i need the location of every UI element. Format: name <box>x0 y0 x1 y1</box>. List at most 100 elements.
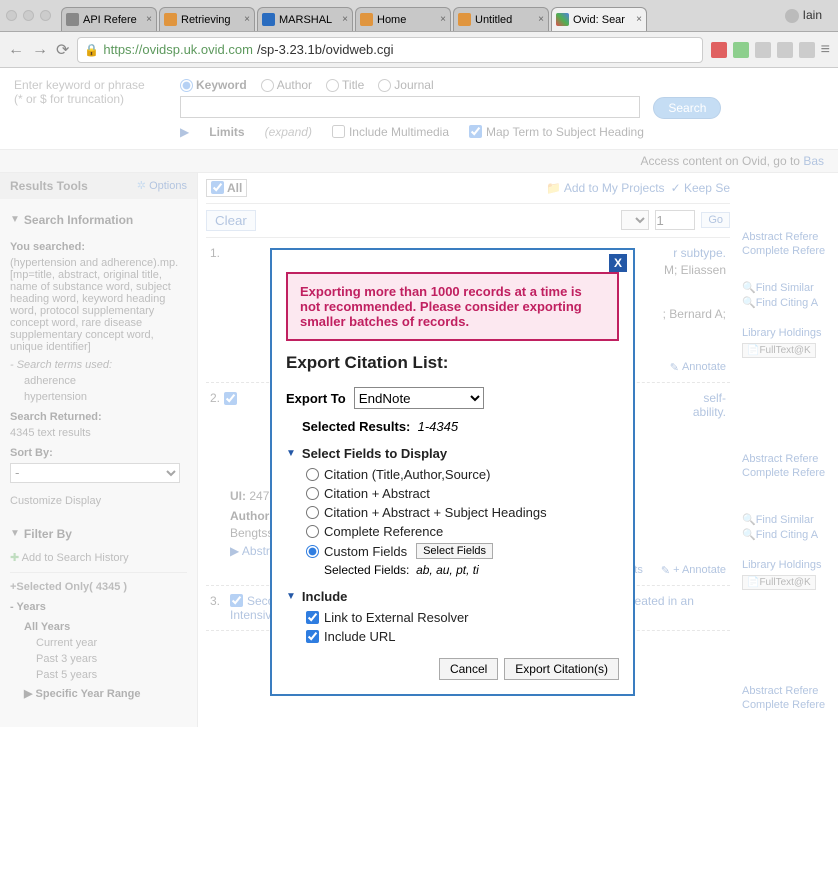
annotate-link[interactable]: ✎ + Annotate <box>661 564 726 577</box>
search-button[interactable]: Search <box>653 97 721 119</box>
chevron-right-icon[interactable]: ▶ <box>180 125 189 139</box>
back-button[interactable]: ← <box>8 41 24 59</box>
select-all-checkbox[interactable]: All <box>206 179 247 197</box>
annotate-link[interactable]: ✎ Annotate <box>670 361 726 374</box>
include-header[interactable]: ▼Include <box>286 589 619 604</box>
include-resolver-checkbox[interactable]: Link to External Resolver <box>306 610 619 625</box>
all-years-link[interactable]: All Years <box>24 621 187 633</box>
find-similar-link[interactable]: 🔍Find Similar <box>742 281 834 294</box>
find-citing-link[interactable]: 🔍Find Citing A <box>742 528 834 541</box>
fulltext-button[interactable]: 📄FullText@K <box>742 575 816 590</box>
complete-reference-link[interactable]: Complete Refere <box>742 245 834 257</box>
url-input[interactable]: 🔒 https://ovidsp.uk.ovid.com/sp-3.23.1b/… <box>77 37 702 63</box>
close-icon[interactable]: × <box>342 14 348 25</box>
access-link[interactable]: Bas <box>803 154 824 168</box>
limits-label[interactable]: Limits <box>209 125 244 139</box>
field-option-complete[interactable]: Complete Reference <box>306 524 619 539</box>
result-checkbox[interactable] <box>230 594 243 607</box>
select-fields-button[interactable]: Select Fields <box>416 543 493 559</box>
fulltext-button[interactable]: 📄FullText@K <box>742 343 816 358</box>
tab-retrieving[interactable]: Retrieving× <box>159 7 255 31</box>
close-icon[interactable]: × <box>538 14 544 25</box>
abstract-reference-link[interactable]: Abstract Refere <box>742 453 834 465</box>
library-holdings-link[interactable]: Library Holdings <box>742 327 834 339</box>
tab-untitled[interactable]: Untitled× <box>453 7 549 31</box>
user-profile[interactable]: Iain <box>775 8 832 23</box>
page-input[interactable] <box>655 210 695 230</box>
window-controls[interactable] <box>6 10 51 21</box>
search-input[interactable] <box>180 96 640 118</box>
sort-select[interactable]: - <box>10 463 180 483</box>
radio-input[interactable] <box>326 79 339 92</box>
select-fields-header[interactable]: ▼Select Fields to Display <box>286 446 619 461</box>
tab-home[interactable]: Home× <box>355 7 451 31</box>
field-option-abstract[interactable]: Citation + Abstract <box>306 486 619 501</box>
extension-icon[interactable] <box>777 42 793 58</box>
field-option-citation[interactable]: Citation (Title,Author,Source) <box>306 467 619 482</box>
abstract-reference-link[interactable]: Abstract Refere <box>742 685 834 697</box>
export-citation-modal: X Exporting more than 1000 records at a … <box>270 248 635 696</box>
close-button[interactable]: X <box>609 254 627 272</box>
extension-icon[interactable] <box>733 42 749 58</box>
radio-title[interactable]: Title <box>326 78 364 92</box>
close-window-dot[interactable] <box>6 10 17 21</box>
close-icon[interactable]: × <box>636 14 642 25</box>
include-url-checkbox[interactable]: Include URL <box>306 629 619 644</box>
customize-display-link[interactable]: Customize Display <box>10 495 187 507</box>
minimize-window-dot[interactable] <box>23 10 34 21</box>
export-citations-button[interactable]: Export Citation(s) <box>504 658 619 680</box>
abstract-reference-link[interactable]: Abstract Refere <box>742 231 834 243</box>
past-3-years-link[interactable]: Past 3 years <box>36 653 187 665</box>
extension-icon[interactable] <box>755 42 771 58</box>
map-term-checkbox[interactable]: Map Term to Subject Heading <box>469 125 644 139</box>
tab-api[interactable]: API Refere× <box>61 7 157 31</box>
tab-ovid[interactable]: Ovid: Sear× <box>551 7 647 31</box>
radio-label: Title <box>342 78 364 92</box>
specific-year-range[interactable]: ▶ Specific Year Range <box>24 687 187 700</box>
reload-button[interactable]: ⟳ <box>56 40 69 60</box>
clear-button[interactable]: Clear <box>206 210 256 231</box>
add-to-projects-link[interactable]: 📁 Add to My Projects <box>546 181 664 195</box>
radio-author[interactable]: Author <box>261 78 312 92</box>
chevron-right-icon: ▶ <box>24 688 32 700</box>
radio-input[interactable] <box>180 79 193 92</box>
add-to-history-link[interactable]: ✚ Add to Search History <box>10 551 187 564</box>
filter-by-header[interactable]: ▼Filter By <box>10 521 187 547</box>
result-checkbox[interactable] <box>224 392 237 405</box>
chevron-down-icon: ▼ <box>286 591 296 602</box>
complete-reference-link[interactable]: Complete Refere <box>742 699 834 711</box>
export-format-select[interactable]: EndNote <box>354 387 484 409</box>
radio-input[interactable] <box>378 79 391 92</box>
close-icon[interactable]: × <box>244 14 250 25</box>
close-icon[interactable]: × <box>146 14 152 25</box>
keep-selected-link[interactable]: ✓ Keep Se <box>671 181 730 195</box>
menu-icon[interactable]: ≡ <box>821 41 830 59</box>
forward-button[interactable]: → <box>32 41 48 59</box>
tab-marshal[interactable]: MARSHAL× <box>257 7 353 31</box>
current-year-link[interactable]: Current year <box>36 637 187 649</box>
options-link[interactable]: ✲ Options <box>137 179 187 192</box>
radio-input[interactable] <box>261 79 274 92</box>
browser-tabbar: API Refere× Retrieving× MARSHAL× Home× U… <box>0 0 838 32</box>
radio-keyword[interactable]: Keyword <box>180 78 247 92</box>
find-similar-link[interactable]: 🔍Find Similar <box>742 513 834 526</box>
include-multimedia-checkbox[interactable]: Include Multimedia <box>332 125 449 139</box>
radio-journal[interactable]: Journal <box>378 78 433 92</box>
go-button[interactable]: Go <box>701 212 730 228</box>
find-citing-link[interactable]: 🔍Find Citing A <box>742 296 834 309</box>
close-icon[interactable]: × <box>440 14 446 25</box>
limits-expand[interactable]: (expand) <box>265 125 312 139</box>
extension-icon[interactable] <box>711 42 727 58</box>
complete-reference-link[interactable]: Complete Refere <box>742 467 834 479</box>
past-5-years-link[interactable]: Past 5 years <box>36 669 187 681</box>
maximize-window-dot[interactable] <box>40 10 51 21</box>
page-select[interactable] <box>621 210 649 230</box>
extension-icon[interactable] <box>799 42 815 58</box>
field-option-headings[interactable]: Citation + Abstract + Subject Headings <box>306 505 619 520</box>
search-info-header[interactable]: ▼Search Information <box>10 207 187 233</box>
field-option-custom[interactable]: Custom FieldsSelect Fields <box>306 543 619 559</box>
cancel-button[interactable]: Cancel <box>439 658 498 680</box>
sidebar: Results Tools ✲ Options ▼Search Informat… <box>0 173 198 727</box>
selected-only-link[interactable]: +Selected Only( 4345 ) <box>10 581 187 593</box>
library-holdings-link[interactable]: Library Holdings <box>742 559 834 571</box>
